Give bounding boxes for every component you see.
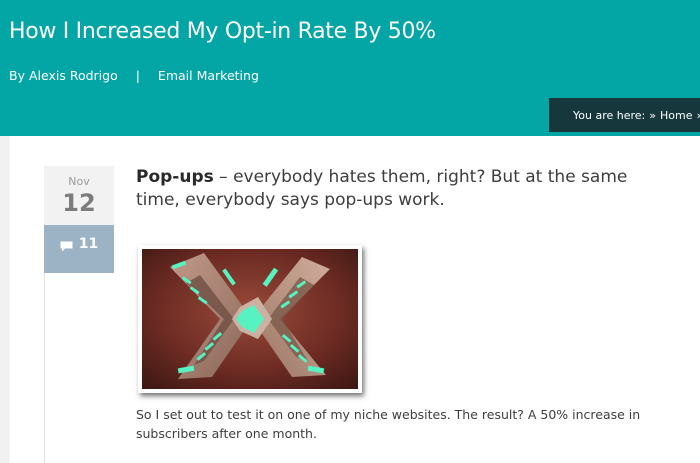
intro-bold-lead: Pop-ups: [136, 167, 214, 187]
comments-count-button[interactable]: 11: [44, 225, 114, 273]
breadcrumb-prefix: You are here:: [573, 108, 646, 122]
divider-line: [44, 273, 45, 463]
breadcrumb: You are here: » Home »: [549, 98, 700, 132]
staircase-artwork-image: [142, 249, 358, 389]
breadcrumb-separator: »: [649, 108, 656, 122]
date-day: 12: [62, 189, 96, 217]
meta-separator: |: [135, 68, 140, 83]
post-title: How I Increased My Opt-in Rate By 50%: [9, 19, 436, 44]
post-image: [138, 245, 362, 393]
author-link[interactable]: Alexis Rodrigo: [29, 68, 118, 83]
date-month: Nov: [68, 175, 90, 188]
breadcrumb-home-link[interactable]: Home: [660, 109, 692, 122]
post-meta: By Alexis Rodrigo | Email Marketing: [9, 68, 259, 83]
intro-paragraph: Pop-ups – everybody hates them, right? B…: [136, 166, 676, 212]
post-date-box: Nov 12: [44, 166, 114, 225]
body-paragraph: So I set out to test it on one of my nic…: [136, 407, 641, 441]
comment-bubble-icon: [60, 241, 73, 252]
comments-count: 11: [78, 236, 99, 252]
author-prefix: By: [9, 68, 25, 83]
category-link[interactable]: Email Marketing: [158, 68, 259, 83]
header-band: How I Increased My Opt-in Rate By 50% By…: [0, 0, 700, 136]
breadcrumb-separator-end: »: [696, 109, 700, 122]
